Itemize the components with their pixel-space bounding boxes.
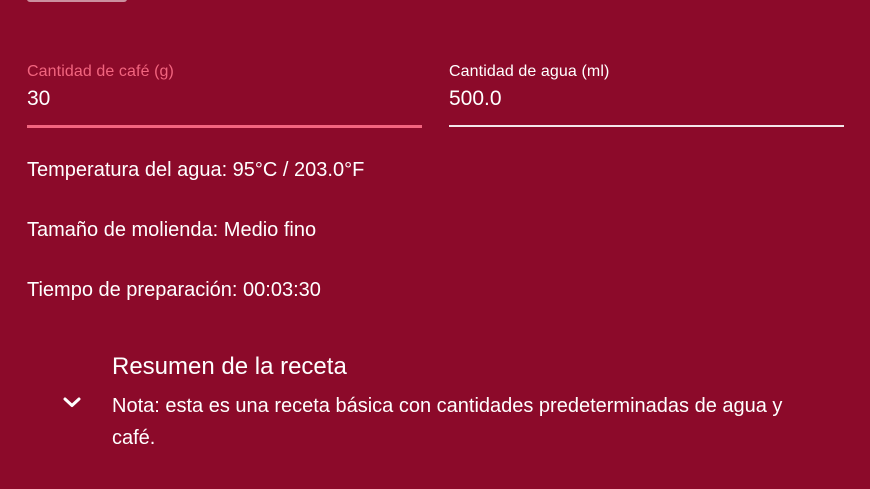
coffee-amount-label: Cantidad de café (g) [27, 63, 174, 80]
coffee-amount-underline [27, 125, 422, 128]
water-amount-underline [449, 125, 844, 127]
grind-size-text: Tamaño de molienda: Medio fino [27, 219, 317, 241]
chevron-down-icon[interactable] [60, 390, 84, 414]
water-temperature-text: Temperatura del agua: 95°C / 203.0°F [27, 159, 365, 181]
recipe-summary-note: Nota: esta es una receta básica con cant… [112, 395, 783, 449]
brew-time-text: Tiempo de preparación: 00:03:30 [27, 279, 321, 301]
water-amount-input[interactable] [449, 86, 844, 112]
coffee-amount-field[interactable]: Cantidad de café (g) [27, 62, 422, 128]
water-amount-label: Cantidad de agua (ml) [449, 63, 610, 80]
recipe-summary-title: Resumen de la receta [112, 353, 347, 380]
water-amount-field[interactable]: Cantidad de agua (ml) [449, 62, 844, 127]
coffee-amount-input[interactable] [27, 86, 422, 112]
truncated-header-text [27, 0, 127, 2]
